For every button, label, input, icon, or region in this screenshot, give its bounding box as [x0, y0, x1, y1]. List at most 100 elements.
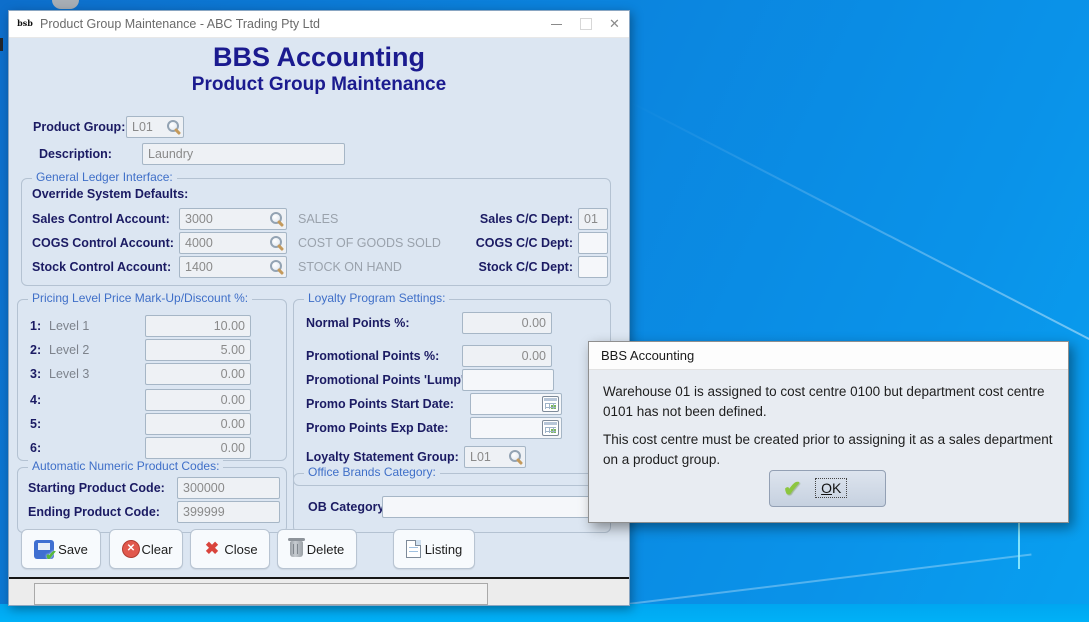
description-field[interactable]: Laundry: [142, 143, 345, 165]
statement-group-field[interactable]: L01: [464, 446, 526, 468]
red-x-icon: [203, 540, 221, 558]
ob-category-field[interactable]: [382, 496, 606, 518]
override-defaults-label: Override System Defaults:: [32, 183, 188, 205]
floppy-check-icon: [34, 540, 54, 559]
level-number: 5:: [30, 413, 41, 435]
desktop-icon-fragment: [0, 38, 3, 51]
promo-points-label: Promotional Points %:: [306, 345, 439, 367]
save-button[interactable]: Save: [21, 529, 101, 569]
titlebar-controls: [542, 11, 629, 37]
starting-code-field[interactable]: 300000: [177, 477, 280, 499]
level-6-value: 0.00: [151, 438, 245, 458]
sales-control-account-field[interactable]: 3000: [179, 208, 287, 230]
close-icon[interactable]: [600, 11, 629, 37]
cogs-cc-dept-field[interactable]: [578, 232, 608, 254]
green-check-icon: [783, 478, 801, 500]
stock-control-account-label: Stock Control Account:: [32, 256, 171, 278]
normal-points-field[interactable]: 0.00: [462, 312, 552, 334]
statement-group-value: L01: [470, 447, 505, 467]
clear-button[interactable]: Clear: [109, 529, 183, 569]
bbs-logo-icon: bsb: [16, 16, 34, 32]
start-date-calendar-icon[interactable]: [542, 396, 559, 412]
general-ledger-legend: General Ledger Interface:: [32, 170, 177, 184]
loyalty-row-lump: Promotional Points 'Lump':: [294, 369, 610, 391]
pricing-levels-legend: Pricing Level Price Mark-Up/Discount %:: [28, 291, 252, 305]
close-button[interactable]: Close: [190, 529, 270, 569]
ob-category-label: OB Category:: [308, 496, 389, 518]
pricing-row-3: 3: Level 3 0.00: [18, 363, 286, 385]
normal-points-value: 0.00: [468, 313, 546, 333]
gl-row-sales: Sales Control Account: 3000 SALES Sales …: [22, 208, 610, 230]
level-5-field[interactable]: 0.00: [145, 413, 251, 435]
description-label: Description:: [39, 143, 112, 165]
statement-group-lookup-icon[interactable]: [507, 449, 523, 465]
promo-lump-field[interactable]: [462, 369, 554, 391]
stock-cc-dept-field[interactable]: [578, 256, 608, 278]
general-ledger-group: General Ledger Interface: Override Syste…: [21, 178, 611, 286]
level-3-field[interactable]: 0.00: [145, 363, 251, 385]
listing-button[interactable]: Listing: [393, 529, 475, 569]
maximize-icon[interactable]: [571, 11, 600, 37]
status-message-field: [34, 583, 488, 605]
sales-cc-dept-label: Sales C/C Dept:: [471, 208, 573, 230]
cogs-account-lookup-icon[interactable]: [268, 235, 284, 251]
office-brands-row: OB Category:: [294, 496, 610, 518]
sales-cc-dept-field[interactable]: 01: [578, 208, 608, 230]
sales-control-account-value: 3000: [185, 209, 266, 229]
level-name: Level 2: [49, 339, 89, 361]
pricing-row-4: 4: 0.00: [18, 389, 286, 411]
cogs-control-account-label: COGS Control Account:: [32, 232, 174, 254]
delete-button-label: Delete: [303, 542, 356, 557]
stop-x-icon: [122, 540, 140, 558]
level-number: 3:: [30, 363, 41, 385]
level-1-value: 10.00: [151, 316, 245, 336]
level-number: 6:: [30, 437, 41, 459]
sales-control-account-label: Sales Control Account:: [32, 208, 170, 230]
save-button-label: Save: [54, 542, 100, 557]
dialog-message-1: Warehouse 01 is assigned to cost centre …: [603, 382, 1058, 421]
office-brands-group: Office Brands Category: OB Category:: [293, 473, 611, 533]
exp-date-calendar-icon[interactable]: [542, 420, 559, 436]
product-group-label: Product Group:: [33, 116, 125, 138]
cogs-cc-dept-label: COGS C/C Dept:: [471, 232, 573, 254]
description-value: Laundry: [148, 144, 339, 164]
level-6-field[interactable]: 0.00: [145, 437, 251, 459]
level-4-field[interactable]: 0.00: [145, 389, 251, 411]
promo-points-value: 0.00: [468, 346, 546, 366]
level-2-field[interactable]: 5.00: [145, 339, 251, 361]
level-number: 2:: [30, 339, 41, 361]
sales-cc-dept-value: 01: [584, 209, 602, 229]
pricing-row-1: 1: Level 1 10.00: [18, 315, 286, 337]
loyalty-row-normal: Normal Points %: 0.00: [294, 312, 610, 334]
window-title: Product Group Maintenance - ABC Trading …: [40, 17, 320, 31]
delete-button[interactable]: Delete: [277, 529, 357, 569]
level-name: Level 1: [49, 315, 89, 337]
cogs-control-account-field[interactable]: 4000: [179, 232, 287, 254]
stock-account-lookup-icon[interactable]: [268, 259, 284, 275]
loyalty-settings-group: Loyalty Program Settings: Normal Points …: [293, 299, 611, 486]
stock-control-account-value: 1400: [185, 257, 266, 277]
pricing-row-6: 6: 0.00: [18, 437, 286, 459]
minimize-icon[interactable]: [542, 11, 571, 37]
sales-account-lookup-icon[interactable]: [268, 211, 284, 227]
ok-button[interactable]: OK: [769, 470, 886, 507]
promo-points-field[interactable]: 0.00: [462, 345, 552, 367]
auto-product-codes-group: Automatic Numeric Product Codes: Startin…: [17, 467, 287, 533]
level-5-value: 0.00: [151, 414, 245, 434]
level-1-field[interactable]: 10.00: [145, 315, 251, 337]
normal-points-label: Normal Points %:: [306, 312, 410, 334]
ending-code-field[interactable]: 399999: [177, 501, 280, 523]
wallpaper-beam: [630, 101, 1089, 346]
promo-exp-date-field[interactable]: [470, 417, 562, 439]
stock-control-account-field[interactable]: 1400: [179, 256, 287, 278]
product-group-field[interactable]: L01: [126, 116, 184, 138]
product-group-maintenance-window: bsb Product Group Maintenance - ABC Trad…: [8, 10, 630, 606]
loyalty-row-start-date: Promo Points Start Date:: [294, 393, 610, 415]
dialog-message-2: This cost centre must be created prior t…: [603, 430, 1058, 469]
product-group-lookup-icon[interactable]: [165, 119, 181, 135]
window-titlebar: bsb Product Group Maintenance - ABC Trad…: [9, 11, 629, 38]
promo-start-date-field[interactable]: [470, 393, 562, 415]
close-button-label: Close: [221, 542, 269, 557]
ok-button-text: OK: [816, 479, 846, 497]
loyalty-settings-legend: Loyalty Program Settings:: [304, 291, 449, 305]
